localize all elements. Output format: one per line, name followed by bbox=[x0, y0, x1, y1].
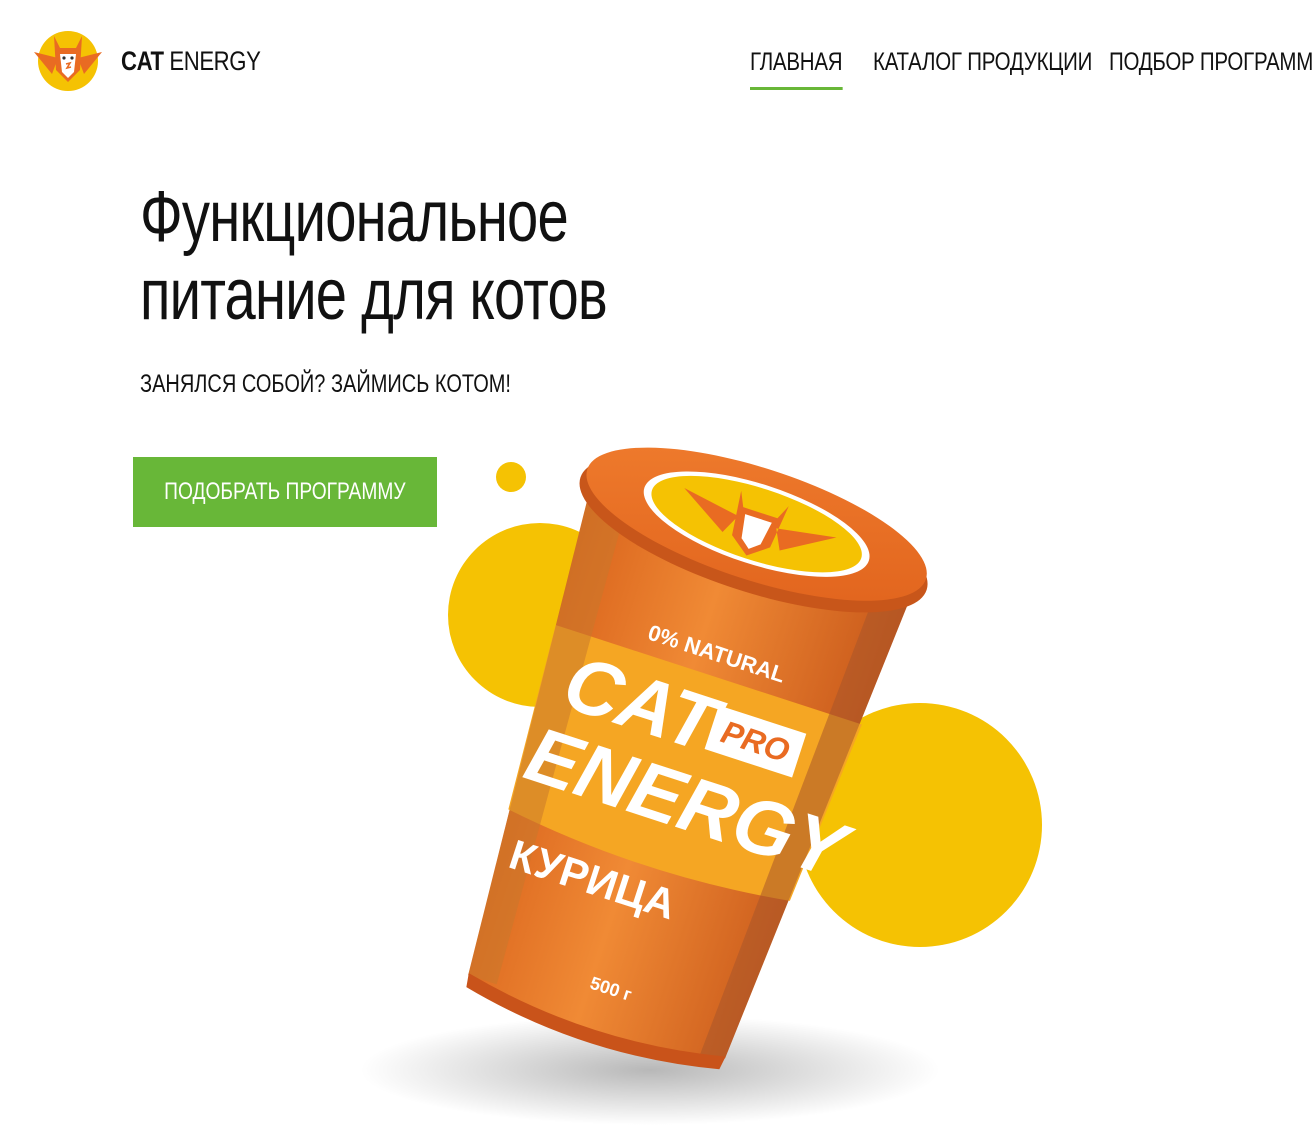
nav-item-program[interactable]: ПОДБОР ПРОГРАММЫ bbox=[1109, 48, 1314, 87]
nav-item-home[interactable]: ГЛАВНАЯ bbox=[750, 48, 843, 90]
hero-title: Функциональное питание для котов bbox=[140, 177, 608, 335]
decor-circle-small bbox=[496, 462, 526, 492]
hero-subtitle: ЗАНЯЛСЯ СОБОЙ? ЗАЙМИСЬ КОТОМ! bbox=[140, 370, 511, 398]
hero-title-line2: питание для котов bbox=[140, 255, 608, 335]
main-nav: ГЛАВНАЯ КАТАЛОГ ПРОДУКЦИИ ПОДБОР ПРОГРАМ… bbox=[0, 48, 1314, 98]
hero-title-line1: Функциональное bbox=[140, 177, 569, 257]
nav-item-catalog[interactable]: КАТАЛОГ ПРОДУКЦИИ bbox=[873, 48, 1092, 87]
product-illustration: 0% NATURAL CAT PRO ENERGY КУРИЦА 500 г bbox=[360, 447, 1042, 1125]
site-header: CAT ENERGY ГЛАВНАЯ КАТАЛОГ ПРОДУКЦИИ ПОД… bbox=[0, 0, 1314, 120]
